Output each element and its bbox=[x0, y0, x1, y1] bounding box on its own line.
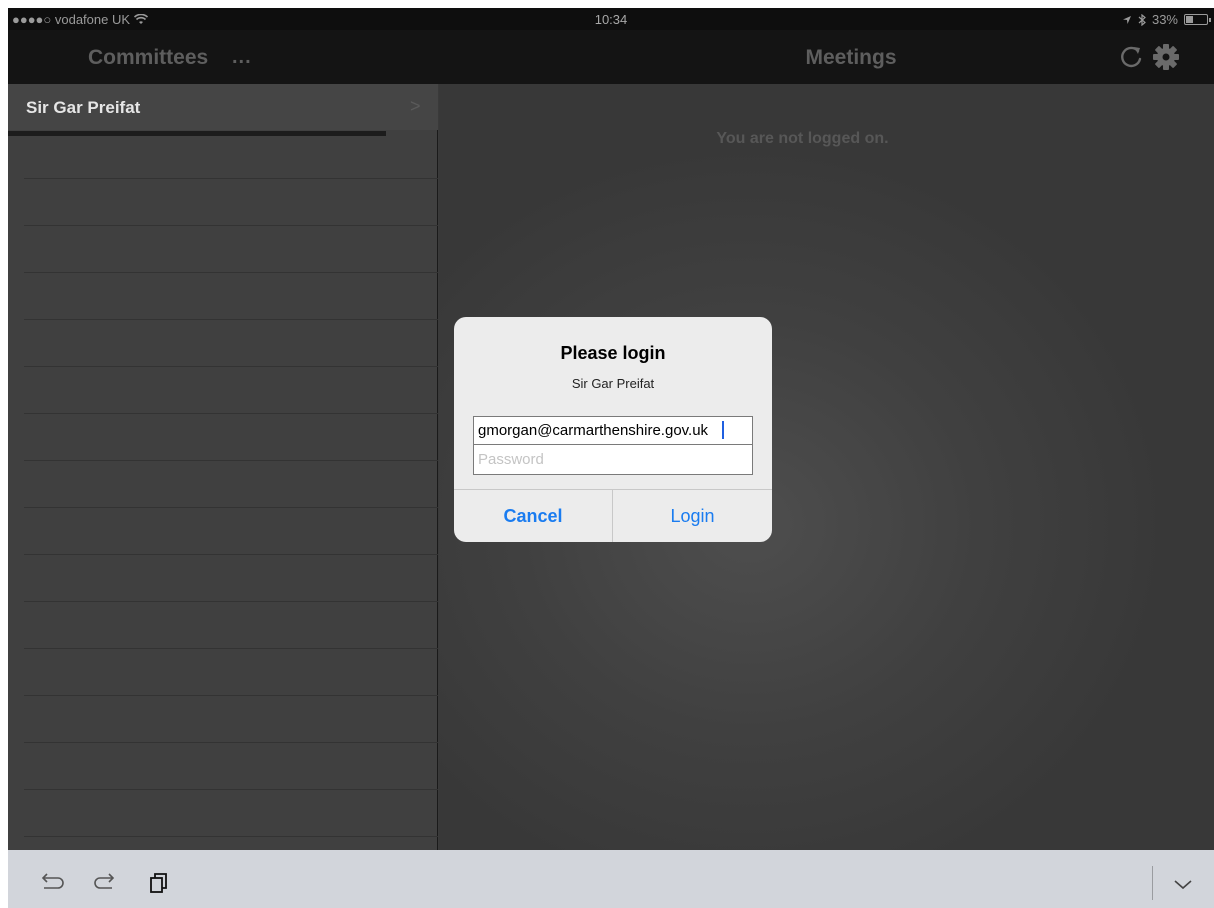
toolbar-divider bbox=[1152, 866, 1153, 900]
text-cursor bbox=[722, 421, 724, 439]
status-right: 33% bbox=[1122, 12, 1211, 27]
selection-indicator bbox=[8, 131, 386, 136]
committees-title: Committees bbox=[88, 46, 209, 69]
committees-list: Sir Gar Preifat > bbox=[8, 84, 438, 850]
meetings-title: Meetings bbox=[805, 46, 897, 69]
list-separator bbox=[24, 272, 438, 273]
dialog-title: Please login bbox=[560, 343, 666, 363]
login-button[interactable]: Login bbox=[613, 490, 772, 542]
redo-icon[interactable] bbox=[92, 872, 118, 894]
list-separator bbox=[24, 742, 438, 743]
list-separator bbox=[24, 648, 438, 649]
email-field[interactable] bbox=[473, 416, 753, 445]
battery-percent: 33% bbox=[1151, 12, 1178, 27]
list-separator bbox=[24, 601, 438, 602]
list-separator bbox=[24, 413, 438, 414]
paste-icon[interactable] bbox=[146, 872, 172, 894]
gear-icon[interactable] bbox=[1152, 43, 1180, 71]
list-separator bbox=[24, 507, 438, 508]
list-separator bbox=[24, 836, 438, 837]
cancel-button[interactable]: Cancel bbox=[454, 490, 612, 542]
password-field[interactable] bbox=[473, 445, 753, 475]
refresh-icon[interactable] bbox=[1118, 44, 1144, 70]
committee-row-sir-gar-preifat[interactable]: Sir Gar Preifat > bbox=[8, 84, 438, 130]
committee-label: Sir Gar Preifat bbox=[26, 98, 141, 117]
list-separator bbox=[24, 366, 438, 367]
login-dialog: Please login Sir Gar Preifat Cancel Logi… bbox=[454, 317, 772, 542]
navigation-bar: Committees ... Meetings bbox=[8, 30, 1214, 84]
list-separator bbox=[24, 789, 438, 790]
list-separator bbox=[24, 554, 438, 555]
chevron-right-icon: > bbox=[410, 96, 421, 116]
chevron-down-icon[interactable] bbox=[1170, 874, 1196, 896]
list-separator bbox=[24, 225, 438, 226]
status-bar: ●●●●○ vodafone UK 10:34 33% bbox=[8, 8, 1214, 30]
list-separator bbox=[24, 178, 438, 179]
battery-icon bbox=[1184, 14, 1211, 25]
more-button[interactable]: ... bbox=[232, 46, 252, 69]
list-separator bbox=[24, 319, 438, 320]
location-arrow-icon bbox=[1122, 15, 1131, 24]
status-time: 10:34 bbox=[594, 12, 628, 27]
bluetooth-icon bbox=[1138, 13, 1146, 26]
not-logged-on-message: You are not logged on. bbox=[716, 130, 889, 147]
battery-level bbox=[1186, 16, 1194, 23]
dialog-message: Sir Gar Preifat bbox=[571, 376, 655, 391]
app-screen: ●●●●○ vodafone UK 10:34 33% Committees .… bbox=[8, 8, 1214, 850]
undo-icon[interactable] bbox=[38, 872, 64, 894]
list-separator bbox=[24, 695, 438, 696]
keyboard-shortcut-bar bbox=[8, 850, 1214, 908]
list-separator bbox=[24, 460, 438, 461]
